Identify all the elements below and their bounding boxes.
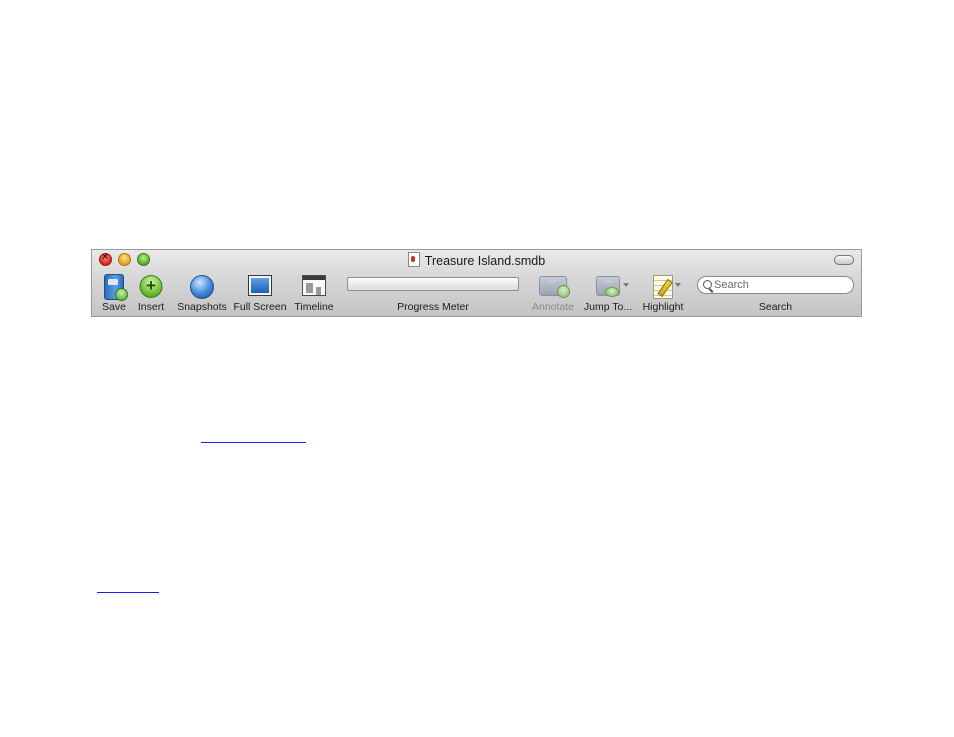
dropdown-arrow-icon: [623, 283, 629, 287]
window-title: Treasure Island.smdb: [424, 254, 546, 268]
page-link-1[interactable]: [201, 442, 306, 443]
timeline-icon: [302, 273, 326, 296]
toolbar-toggle-button[interactable]: [834, 255, 854, 265]
snapshots-icon: [190, 273, 214, 299]
page: Treasure Island.smdb Save + Insert Snaps…: [0, 0, 954, 737]
window-title-area: Treasure Island.smdb: [92, 252, 861, 268]
insert-plus-icon: +: [139, 273, 163, 298]
app-window: Treasure Island.smdb Save + Insert Snaps…: [91, 249, 862, 317]
search-icon: [703, 280, 712, 289]
document-icon: [407, 252, 420, 267]
full-screen-icon: [248, 273, 272, 296]
jump-to-icon: [596, 273, 629, 297]
save-label: Save: [102, 301, 126, 313]
page-link-2[interactable]: [97, 592, 159, 593]
highlight-label: Highlight: [642, 301, 684, 313]
highlight-icon: [653, 273, 681, 299]
annotate-label: Annotate: [531, 301, 575, 313]
search-label: Search: [758, 301, 793, 313]
search-field[interactable]: [697, 276, 854, 294]
title-bar[interactable]: Treasure Island.smdb: [92, 250, 861, 270]
full-screen-label: Full Screen: [233, 301, 287, 313]
annotate-icon: [539, 273, 570, 298]
search-input[interactable]: [714, 278, 848, 292]
dropdown-arrow-icon: [675, 283, 681, 287]
save-icon: [104, 273, 128, 301]
snapshots-label: Snapshots: [177, 301, 227, 313]
timeline-label: Timeline: [294, 301, 334, 313]
progress-meter-label: Progress Meter: [397, 301, 469, 313]
insert-label: Insert: [137, 301, 165, 313]
jump-to-label: Jump To...: [583, 301, 633, 313]
progress-meter: [347, 277, 519, 291]
